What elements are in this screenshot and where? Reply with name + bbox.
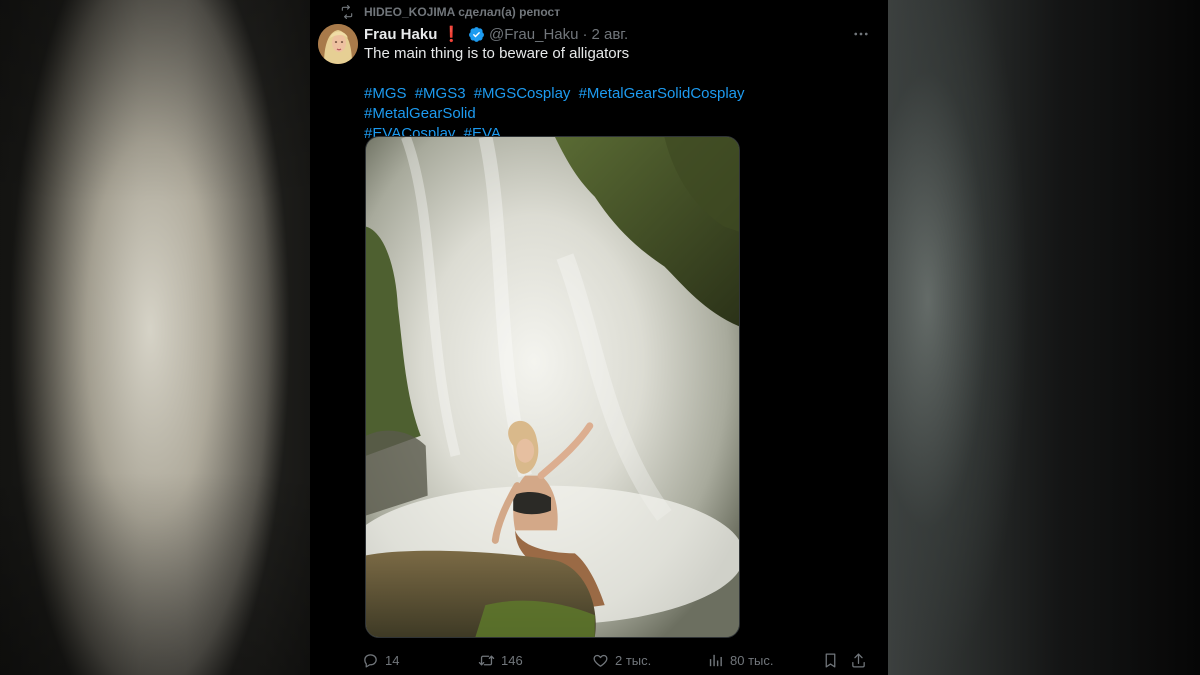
reply-button[interactable]: 14 [362, 648, 399, 672]
view-count: 80 тыс. [730, 652, 774, 668]
author-handle[interactable]: @Frau_Haku [489, 26, 578, 43]
avatar-image [318, 24, 358, 64]
reply-icon [364, 653, 377, 668]
more-horizontal-icon [854, 32, 868, 36]
tweet-header: Frau Haku ❗ @Frau_Haku · 2 авг. [364, 24, 628, 44]
heart-icon [593, 654, 608, 667]
tweet-actions-bar: 14 146 2 тыс. 80 тыс. [362, 648, 872, 672]
repost-text: HIDEO_KOJIMA сделал(а) репост [364, 5, 561, 19]
bookmark-icon [825, 652, 836, 668]
analytics-bars-icon [709, 654, 722, 666]
tweet-card[interactable]: HIDEO_KOJIMA сделал(а) репост Frau Haku … [310, 0, 888, 675]
hashtag-link[interactable]: #MetalGearSolidCosplay [579, 85, 745, 102]
photo-waterfall-cosplay [366, 137, 739, 637]
hashtag-link[interactable]: #MetalGearSolid [364, 105, 476, 122]
blurred-backdrop-left [0, 0, 310, 675]
retweet-count: 146 [501, 652, 523, 668]
hashtag-link[interactable]: #MGS [364, 85, 407, 102]
author-badge-emoji: ❗ [442, 26, 462, 43]
blurred-backdrop-right [888, 0, 1200, 675]
repost-indicator[interactable]: HIDEO_KOJIMA сделал(а) репост [340, 4, 560, 20]
hashtag-link[interactable]: #MGSCosplay [474, 85, 571, 102]
bookmark-button[interactable] [822, 648, 839, 672]
views-button[interactable]: 80 тыс. [707, 648, 773, 672]
retweet-button[interactable]: 146 [478, 648, 523, 672]
meta-separator: · [582, 25, 588, 43]
hashtag-list: #MGS #MGS3 #MGSCosplay #MetalGearSolidCo… [364, 84, 864, 144]
share-button[interactable] [850, 648, 867, 672]
like-count: 2 тыс. [615, 652, 652, 668]
repost-icon [341, 5, 353, 19]
reply-count: 14 [385, 652, 400, 668]
retweet-icon [478, 655, 495, 665]
tweet-media-photo[interactable] [365, 136, 740, 638]
share-icon [852, 652, 865, 668]
more-options-button[interactable] [846, 22, 876, 46]
avatar[interactable] [318, 24, 358, 64]
author-display-name[interactable]: Frau Haku [364, 26, 437, 43]
like-button[interactable]: 2 тыс. [592, 648, 651, 672]
tweet-text: The main thing is to beware of alligator… [364, 45, 630, 62]
hashtag-link[interactable]: #MGS3 [415, 85, 466, 102]
tweet-timestamp[interactable]: 2 авг. [591, 26, 628, 43]
verified-badge-icon[interactable] [468, 26, 485, 43]
